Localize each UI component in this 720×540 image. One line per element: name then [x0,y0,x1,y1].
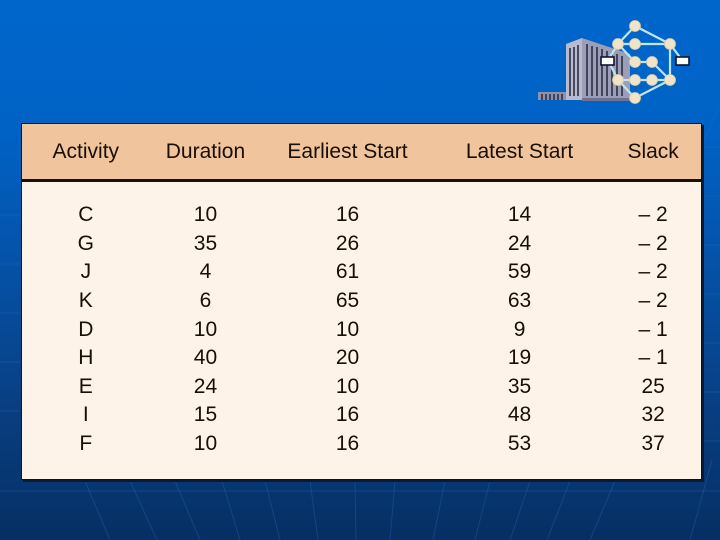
cell-earliest-start: 10 [335,374,360,398]
cell-earliest-start: 61 [335,260,360,284]
table-header: Activity Duration Earliest Start Latest … [22,124,701,182]
cell-slack: 25 [641,374,665,398]
cell-latest-start: 48 [507,403,532,427]
cell-latest-start: 53 [507,432,532,456]
table-row: G 35 26 24 – 2 [22,230,701,259]
cell-earliest-start: 26 [335,231,360,255]
cell-latest-start: 9 [513,317,526,341]
cell-duration: 40 [193,346,218,370]
cell-duration: 6 [199,289,212,313]
cell-earliest-start: 10 [335,317,360,341]
table-row: H 40 20 19 – 1 [22,344,701,373]
cell-activity: I [82,403,89,427]
table-row: D 10 10 9 – 1 [22,315,701,344]
cell-activity: G [77,231,94,255]
header-earliest-start: Earliest Start [287,139,408,163]
cell-duration: 35 [193,231,218,255]
header-latest-start: Latest Start [465,139,574,163]
cell-duration: 24 [193,374,218,398]
cell-duration: 10 [193,317,218,341]
table-row: E 24 10 35 25 [22,373,701,402]
cell-activity: K [78,289,93,313]
cell-slack: 37 [641,432,665,456]
table-row: J 4 61 59 – 2 [22,258,701,287]
table-row: C 10 16 14 – 2 [22,201,701,230]
table-row: K 6 65 63 – 2 [22,287,701,316]
terminal-box-right [675,56,690,66]
cell-duration: 10 [193,203,218,227]
cell-activity: F [79,432,93,456]
cell-latest-start: 63 [507,289,532,313]
cell-latest-start: 14 [507,203,532,227]
cell-earliest-start: 16 [335,432,360,456]
header-slack: Slack [627,139,679,163]
building-network-icon [538,20,690,104]
cell-earliest-start: 20 [335,346,360,370]
cell-latest-start: 19 [507,346,532,370]
cell-slack: 32 [641,403,665,427]
cell-earliest-start: 16 [335,203,360,227]
cell-slack: – 2 [638,260,668,284]
cell-latest-start: 35 [507,374,532,398]
cell-slack: – 1 [638,346,668,370]
terminal-box-left [600,56,615,66]
table-row: F 10 16 53 37 [22,430,701,459]
activity-slack-table: Activity Duration Earliest Start Latest … [21,123,702,480]
cell-activity: D [78,317,94,341]
header-duration: Duration [165,139,246,163]
cell-duration: 15 [193,403,218,427]
cell-activity: J [80,260,92,284]
table-row: I 15 16 48 32 [22,401,701,430]
cell-duration: 10 [193,432,218,456]
cell-slack: – 2 [638,231,668,255]
cell-duration: 4 [199,260,212,284]
cell-earliest-start: 65 [335,289,360,313]
cell-slack: – 2 [638,289,668,313]
header-activity: Activity [52,139,120,163]
table-body: C 10 16 14 – 2 G 35 26 24 – 2 J 4 61 59 … [22,182,701,458]
cell-latest-start: 24 [507,231,532,255]
cell-activity: H [78,346,94,370]
cell-earliest-start: 16 [335,403,360,427]
cell-slack: – 2 [638,203,668,227]
cell-slack: – 1 [638,317,668,341]
cell-latest-start: 59 [507,260,532,284]
cell-activity: C [78,203,94,227]
cell-activity: E [78,374,93,398]
